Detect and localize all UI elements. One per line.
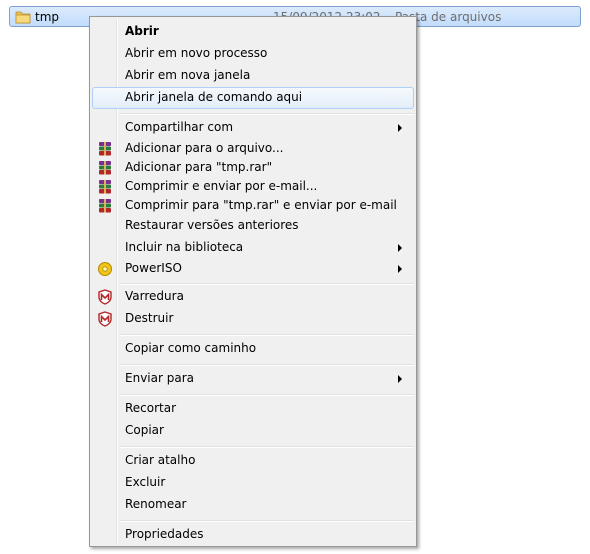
menu-item-renomear[interactable]: Renomear [92,494,414,516]
menu-item-comprimir-tmp-rar-email[interactable]: Comprimir para "tmp.rar" e enviar por e-… [92,195,414,217]
menu-item-copiar[interactable]: Copiar [92,420,414,442]
menu-item-varredura[interactable]: Varredura [92,286,414,308]
menu-item-label: Adicionar para "tmp.rar" [125,160,273,174]
menu-item-label: Copiar [125,423,164,437]
menu-separator [120,283,414,285]
menu-separator [120,520,414,522]
menu-separator [120,446,414,448]
menu-item-label: Recortar [125,401,177,415]
menu-item-label: Abrir janela de comando aqui [125,90,303,104]
winrar-icon [99,161,111,175]
menu-item-label: Destruir [125,311,174,325]
menu-item-compartilhar-com[interactable]: Compartilhar com [92,117,414,139]
menu-item-criar-atalho[interactable]: Criar atalho [92,450,414,472]
menu-item-label: Comprimir e enviar por e-mail... [125,179,318,193]
menu-item-incluir-biblioteca[interactable]: Incluir na biblioteca [92,237,414,259]
menu-item-label: Enviar para [125,371,194,385]
menu-item-restaurar-versoes[interactable]: Restaurar versões anteriores [92,215,414,237]
menu-item-label: Adicionar para o arquivo... [125,141,284,155]
menu-item-enviar-para[interactable]: Enviar para [92,368,414,390]
menu-item-copiar-caminho[interactable]: Copiar como caminho [92,338,414,360]
menu-separator [120,334,414,336]
folder-icon [15,11,31,24]
file-name: tmp [35,10,60,24]
menu-item-label: Propriedades [125,527,204,541]
menu-item-label: PowerISO [125,261,182,275]
mcafee-shield-icon [98,289,112,305]
submenu-arrow-icon [398,375,402,383]
mcafee-shield-icon [98,311,112,327]
menu-item-abrir-novo-processo[interactable]: Abrir em novo processo [92,43,414,65]
menu-item-label: Criar atalho [125,453,196,467]
menu-separator [120,394,414,396]
winrar-icon [99,199,111,213]
menu-item-excluir[interactable]: Excluir [92,472,414,494]
menu-item-destruir[interactable]: Destruir [92,308,414,330]
context-menu: Abrir Abrir em novo processo Abrir em no… [89,16,417,547]
menu-item-label: Copiar como caminho [125,341,257,355]
menu-item-poweriso[interactable]: PowerISO [92,258,414,280]
menu-item-abrir[interactable]: Abrir [92,21,414,43]
submenu-arrow-icon [398,124,402,132]
menu-item-abrir-janela-comando[interactable]: Abrir janela de comando aqui [92,87,414,109]
menu-item-propriedades[interactable]: Propriedades [92,524,414,546]
menu-item-label: Restaurar versões anteriores [125,218,299,232]
menu-item-label: Abrir em nova janela [125,68,251,82]
submenu-arrow-icon [398,265,402,273]
menu-separator [120,113,414,115]
menu-item-abrir-nova-janela[interactable]: Abrir em nova janela [92,65,414,87]
explorer-window: tmp 15/09/2012 23:02 Pasta de arquivos A… [0,0,590,554]
winrar-icon [99,142,111,156]
menu-item-label: Comprimir para "tmp.rar" e enviar por e-… [125,198,397,212]
menu-item-label: Abrir em novo processo [125,46,268,60]
menu-item-label: Renomear [125,497,187,511]
menu-item-recortar[interactable]: Recortar [92,398,414,420]
menu-item-label: Varredura [125,289,184,303]
menu-separator [120,364,414,366]
menu-item-label: Compartilhar com [125,120,234,134]
submenu-arrow-icon [398,244,402,252]
winrar-icon [99,180,111,194]
menu-item-label: Abrir [125,24,159,38]
menu-item-label: Incluir na biblioteca [125,240,244,254]
menu-item-label: Excluir [125,475,166,489]
poweriso-icon [98,262,112,276]
